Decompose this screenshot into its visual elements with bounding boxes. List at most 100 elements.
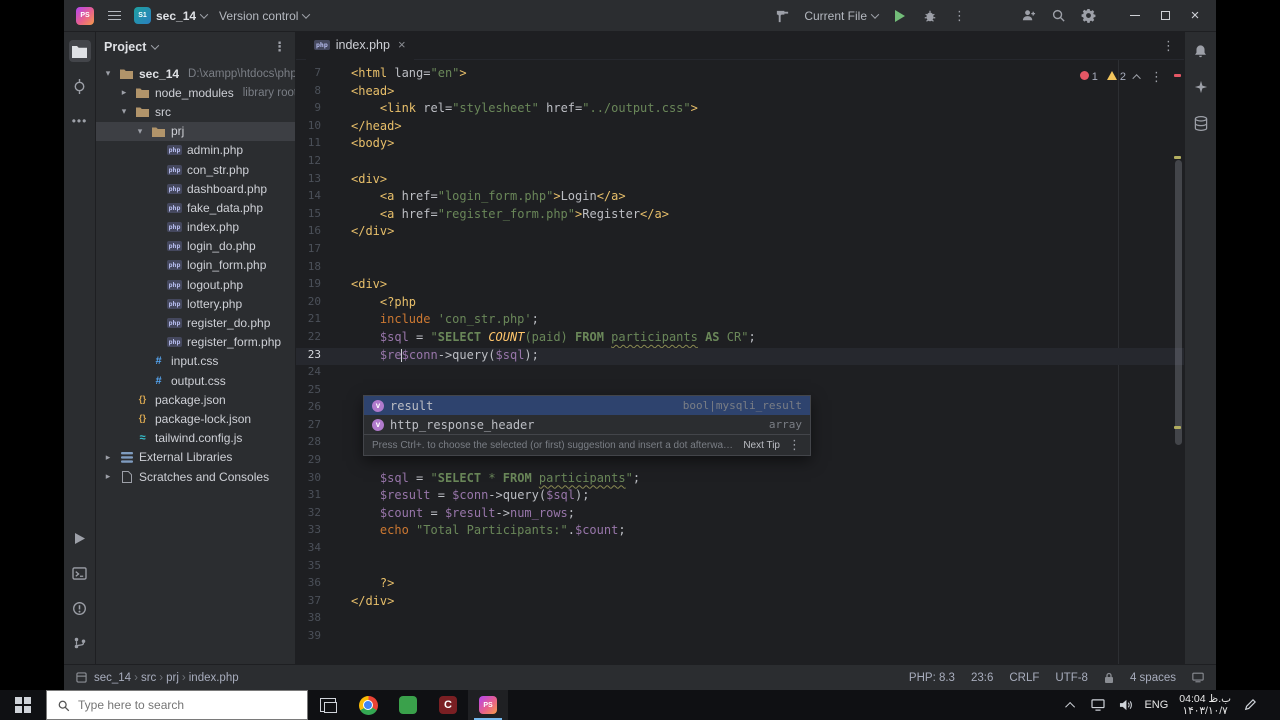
line-number[interactable]: 26: [296, 400, 351, 418]
line-number[interactable]: 14: [296, 189, 351, 207]
code-line-18[interactable]: 18: [296, 260, 1184, 278]
line-number[interactable]: 37: [296, 594, 351, 612]
chevron-down-icon[interactable]: ▾: [134, 126, 146, 137]
screen-reader-icon[interactable]: [1192, 672, 1204, 683]
chevron-right-icon[interactable]: ▸: [102, 452, 114, 463]
tree-item-login_do.php[interactable]: php login_do.php: [96, 237, 295, 256]
code-line-11[interactable]: 11 <body>: [296, 136, 1184, 154]
line-number[interactable]: 28: [296, 435, 351, 453]
inspections-widget[interactable]: 1 2 ⋮: [1079, 69, 1164, 85]
line-number[interactable]: 18: [296, 260, 351, 278]
line-number[interactable]: 17: [296, 242, 351, 260]
error-stripe-mark[interactable]: [1174, 74, 1181, 77]
line-ending-widget[interactable]: CRLF: [1009, 672, 1039, 684]
line-number[interactable]: 38: [296, 611, 351, 629]
breadcrumb-item[interactable]: src: [140, 672, 157, 684]
lock-icon[interactable]: [1104, 672, 1114, 684]
line-number[interactable]: 9: [296, 101, 351, 119]
run-tool-icon[interactable]: [69, 527, 91, 549]
line-number[interactable]: 33: [296, 523, 351, 541]
run-configuration-selector[interactable]: Current File: [800, 4, 882, 28]
tree-item-sec_14[interactable]: ▾ sec_14 D:\xampp\htdocs\php_c: [96, 64, 295, 83]
tray-volume-icon[interactable]: [1117, 699, 1133, 711]
code-with-me-icon[interactable]: [1016, 4, 1040, 28]
commit-tool-icon[interactable]: [69, 75, 91, 97]
next-tip-link[interactable]: Next Tip: [743, 440, 780, 451]
code-line-34[interactable]: 34: [296, 541, 1184, 559]
inspections-more-icon[interactable]: ⋮: [1150, 69, 1164, 85]
tree-item-register_do.php[interactable]: php register_do.php: [96, 313, 295, 332]
line-number[interactable]: 7: [296, 66, 351, 84]
line-number[interactable]: 25: [296, 383, 351, 401]
notifications-bell-icon[interactable]: [1190, 40, 1212, 62]
line-number[interactable]: 39: [296, 629, 351, 647]
completion-item-result[interactable]: v result bool|mysqli_result: [364, 396, 810, 415]
tree-item-tailwind.config.js[interactable]: ≈ tailwind.config.js: [96, 429, 295, 448]
breadcrumb-item[interactable]: sec_14: [93, 672, 132, 684]
task-view-button[interactable]: [308, 690, 348, 720]
green-app-button[interactable]: [388, 690, 428, 720]
close-button[interactable]: ×: [1180, 3, 1210, 29]
code-line-19[interactable]: 19 <div>: [296, 277, 1184, 295]
line-number[interactable]: 15: [296, 207, 351, 225]
indent-widget[interactable]: 4 spaces: [1130, 672, 1176, 684]
code-line-9[interactable]: 9 <link rel="stylesheet" href="../output…: [296, 101, 1184, 119]
vcs-widget[interactable]: Version control: [215, 4, 313, 28]
chevron-down-icon[interactable]: [151, 41, 160, 50]
tab-close-icon[interactable]: ×: [398, 37, 406, 52]
tree-item-package-lock.json[interactable]: {} package-lock.json: [96, 409, 295, 428]
more-run-actions-icon[interactable]: ⋮: [948, 4, 972, 28]
code-line-23[interactable]: 23 $re$conn->query($sql);: [296, 347, 1184, 366]
line-number[interactable]: 11: [296, 136, 351, 154]
code-line-21[interactable]: 21 include 'con_str.php';: [296, 312, 1184, 330]
tree-item-Scratches and Consoles[interactable]: ▸ Scratches and Consoles: [96, 467, 295, 486]
breadcrumb-item[interactable]: index.php: [188, 672, 240, 684]
tree-item-package.json[interactable]: {} package.json: [96, 390, 295, 409]
tree-item-fake_data.php[interactable]: php fake_data.php: [96, 198, 295, 217]
run-button[interactable]: [888, 4, 912, 28]
code-line-31[interactable]: 31 $result = $conn->query($sql);: [296, 488, 1184, 506]
phpstorm-taskbar-button[interactable]: PS: [468, 690, 508, 720]
build-hammer-icon[interactable]: [770, 4, 794, 28]
tree-item-dashboard.php[interactable]: php dashboard.php: [96, 179, 295, 198]
line-number[interactable]: 13: [296, 172, 351, 190]
line-number[interactable]: 29: [296, 453, 351, 471]
chevron-right-icon[interactable]: ▸: [118, 87, 130, 98]
restore-button[interactable]: [1150, 3, 1180, 29]
tree-item-con_str.php[interactable]: php con_str.php: [96, 160, 295, 179]
code-line-37[interactable]: 37 </div>: [296, 594, 1184, 612]
breadcrumb-item[interactable]: prj: [165, 672, 180, 684]
warning-stripe-mark[interactable]: [1174, 156, 1181, 159]
line-number[interactable]: 34: [296, 541, 351, 559]
code-line-14[interactable]: 14 <a href="login_form.php">Login</a>: [296, 189, 1184, 207]
line-number[interactable]: 20: [296, 295, 351, 313]
version-control-tool-icon[interactable]: [69, 632, 91, 654]
code-line-36[interactable]: 36 ?>: [296, 576, 1184, 594]
chevron-up-icon[interactable]: [1132, 74, 1141, 83]
tree-item-src[interactable]: ▾ src: [96, 102, 295, 121]
chevron-down-icon[interactable]: ▾: [118, 106, 130, 117]
chrome-button[interactable]: [348, 690, 388, 720]
line-number[interactable]: 19: [296, 277, 351, 295]
code-line-39[interactable]: 39: [296, 629, 1184, 647]
tray-expand-icon[interactable]: [1063, 701, 1079, 712]
ai-assistant-icon[interactable]: [1190, 76, 1212, 98]
search-everywhere-icon[interactable]: [1046, 4, 1070, 28]
project-widget[interactable]: S1 sec_14: [130, 4, 211, 28]
taskbar-search-input[interactable]: [78, 698, 278, 712]
code-editor[interactable]: 7 <html lang="en"> 8 <head> 9 <link rel="sty…: [296, 60, 1184, 664]
editor-scrollbar[interactable]: [1175, 160, 1182, 445]
tree-item-logout.php[interactable]: php logout.php: [96, 275, 295, 294]
line-number[interactable]: 21: [296, 312, 351, 330]
tree-item-External Libraries[interactable]: ▸ External Libraries: [96, 448, 295, 467]
code-line-35[interactable]: 35: [296, 559, 1184, 577]
tree-item-login_form.php[interactable]: php login_form.php: [96, 256, 295, 275]
tray-clock[interactable]: 04:04 ب.ظ ۱۴۰۳/۱۰/۷: [1179, 693, 1231, 717]
tree-item-lottery.php[interactable]: php lottery.php: [96, 294, 295, 313]
debug-button[interactable]: [918, 4, 942, 28]
code-line-33[interactable]: 33 echo "Total Participants:".$count;: [296, 523, 1184, 541]
main-menu-button[interactable]: [102, 4, 126, 28]
project-panel-options-icon[interactable]: ⋮: [273, 39, 287, 55]
red-c-app-button[interactable]: C: [428, 690, 468, 720]
line-number[interactable]: 10: [296, 119, 351, 137]
